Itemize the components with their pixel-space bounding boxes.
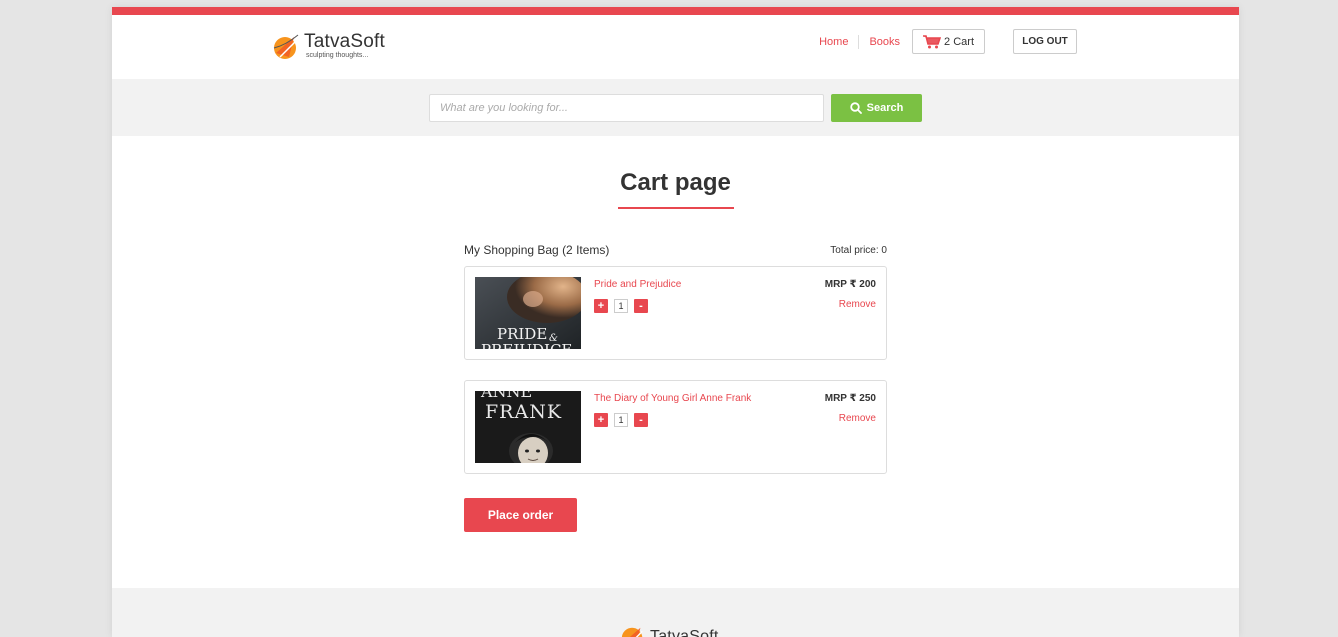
quantity-stepper: + 1 -	[594, 413, 648, 427]
cart-button[interactable]: 2 Cart	[912, 29, 985, 54]
decrease-quantity-button[interactable]: -	[634, 413, 648, 427]
book-cover-image: ANNE FRANK	[475, 391, 581, 463]
nav-books-link[interactable]: Books	[859, 35, 910, 49]
logout-button[interactable]: LOG OUT	[1013, 29, 1077, 54]
page-title: Cart page	[620, 169, 731, 196]
cover-title-line2: FRANK	[485, 401, 562, 423]
title-section: Cart page	[112, 169, 1239, 209]
footer-brand-name: TatvaSoft	[650, 627, 719, 637]
tatvasoft-logo-icon	[273, 34, 299, 59]
quantity-value: 1	[614, 413, 628, 427]
main-nav: Home Books 2 Cart LOG OUT	[809, 29, 1077, 54]
nav-home-link[interactable]: Home	[809, 35, 858, 49]
cover-title-line2: PREJUDICE	[481, 341, 572, 349]
item-title-link[interactable]: Pride and Prejudice	[594, 279, 681, 290]
bag-title: My Shopping Bag (2 Items)	[464, 243, 610, 257]
cart-item: PRIDE & PREJUDICE Pride and Prejudice + …	[464, 266, 887, 360]
footer-logo[interactable]: TatvaSoft	[620, 623, 719, 637]
search-button[interactable]: Search	[831, 94, 922, 122]
search-input[interactable]	[429, 94, 824, 122]
decrease-quantity-button[interactable]: -	[634, 299, 648, 313]
search-button-label: Search	[866, 102, 904, 114]
search-icon	[849, 102, 862, 114]
page-container: TatvaSoft sculpting thoughts... Home Boo…	[112, 7, 1239, 637]
cart-label: Cart	[953, 35, 974, 48]
total-price: Total price: 0	[830, 244, 887, 256]
increase-quantity-button[interactable]: +	[594, 413, 608, 427]
header-logo[interactable]: TatvaSoft sculpting thoughts...	[272, 32, 385, 61]
quantity-value: 1	[614, 299, 628, 313]
bag-header: My Shopping Bag (2 Items) Total price: 0	[464, 243, 887, 257]
tatvasoft-logo-icon	[621, 627, 643, 637]
item-price: MRP ₹ 200	[824, 279, 876, 290]
increase-quantity-button[interactable]: +	[594, 299, 608, 313]
header: TatvaSoft sculpting thoughts... Home Boo…	[112, 15, 1239, 79]
brand-name: TatvaSoft	[304, 31, 386, 52]
top-accent-bar	[112, 7, 1239, 15]
cover-title-line1: ANNE	[480, 391, 532, 401]
book-cover-image: PRIDE & PREJUDICE	[475, 277, 581, 349]
place-order-button[interactable]: Place order	[464, 498, 577, 532]
search-bar: Search	[112, 79, 1239, 136]
title-underline	[617, 207, 734, 209]
remove-item-link[interactable]: Remove	[839, 413, 876, 424]
item-title-link[interactable]: The Diary of Young Girl Anne Frank	[594, 393, 751, 404]
shopping-cart-icon	[923, 34, 942, 48]
brand-tagline: sculpting thoughts...	[306, 52, 369, 59]
item-price: MRP ₹ 250	[824, 393, 876, 404]
footer: TatvaSoft	[112, 588, 1239, 637]
remove-item-link[interactable]: Remove	[839, 299, 876, 310]
quantity-stepper: + 1 -	[594, 299, 648, 313]
cart-item: ANNE FRANK The Diary of Young Girl Anne …	[464, 380, 887, 474]
